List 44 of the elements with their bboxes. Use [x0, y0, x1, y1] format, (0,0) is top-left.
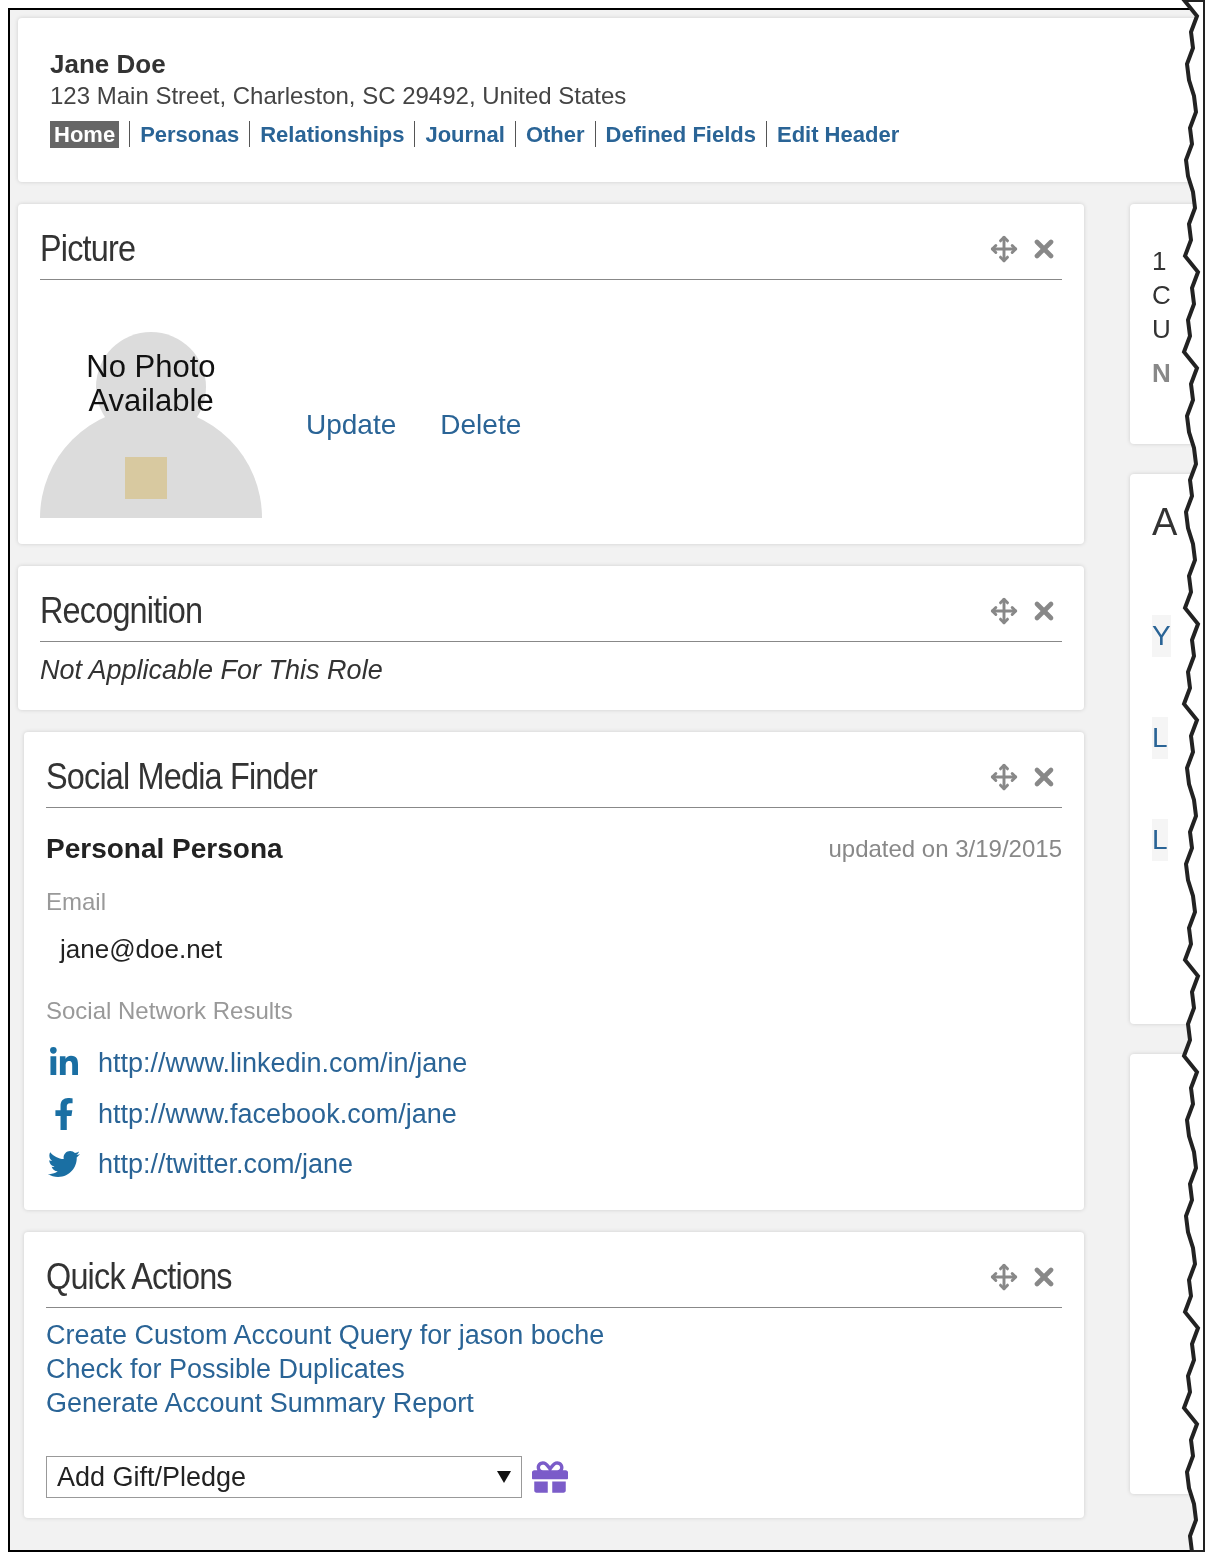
email-value: jane@doe.net	[60, 933, 224, 966]
updated-date: updated on 3/19/2015	[828, 834, 1062, 864]
side-card-item[interactable]: L	[1152, 819, 1168, 861]
contact-name: Jane Doe	[50, 48, 167, 81]
nav-link[interactable]: Personas	[140, 120, 240, 148]
persona-title: Personal Persona	[46, 832, 283, 866]
nav-link[interactable]: Journal	[425, 120, 505, 148]
move-icon[interactable]	[990, 762, 1018, 791]
side-card-note: N	[1152, 357, 1172, 390]
nav-link[interactable]: Other	[525, 120, 585, 148]
quick-action-link[interactable]: Check for Possible Duplicates	[46, 1352, 1062, 1386]
move-icon[interactable]	[990, 1262, 1018, 1291]
side-card-line: C	[1152, 279, 1172, 312]
social-profile-link[interactable]: http://www.linkedin.com/in/jane	[98, 1043, 468, 1084]
photo-action-link[interactable]: Delete	[440, 404, 522, 446]
side-card-line: U	[1152, 313, 1172, 346]
no-photo-text: No Photo Available	[85, 350, 217, 418]
results-label: Social Network Results	[46, 996, 294, 1026]
dropdown-caret-icon	[497, 1471, 511, 1483]
side-card-item[interactable]: L	[1152, 717, 1168, 759]
side-card-line: 1	[1152, 245, 1168, 278]
move-icon[interactable]	[990, 234, 1018, 263]
nav-link[interactable]: Defined Fields	[605, 120, 756, 148]
nav-link[interactable]: Edit Header	[776, 120, 900, 148]
panel-title: Quick Actions	[46, 1255, 232, 1299]
action-select[interactable]: Add Gift/Pledge	[46, 1456, 522, 1498]
nav-link[interactable]: Relationships	[260, 120, 405, 148]
side-card-item[interactable]: Y	[1152, 615, 1171, 657]
panel-title: Social Media Finder	[46, 755, 317, 799]
quick-action-link[interactable]: Generate Account Summary Report	[46, 1386, 1062, 1420]
quick-action-link[interactable]: Create Custom Account Query for jason boche	[46, 1318, 1062, 1352]
email-label: Email	[46, 887, 107, 917]
side-card-title: A	[1152, 500, 1178, 545]
social-profile-link[interactable]: http://twitter.com/jane	[98, 1144, 354, 1185]
photo-action-link[interactable]: Update	[306, 404, 397, 446]
nav-link[interactable]: Home	[50, 120, 120, 148]
contact-address: 123 Main Street, Charleston, SC 29492, United States	[50, 80, 628, 111]
avatar-silhouette-icon	[40, 332, 262, 518]
panel-title: Recognition	[40, 589, 203, 633]
panel-title: Picture	[40, 227, 136, 271]
gift-icon[interactable]	[532, 1459, 568, 1495]
social-profile-link[interactable]: http://www.facebook.com/jane	[98, 1093, 457, 1134]
recognition-note: Not Applicable For This Role	[40, 654, 384, 687]
move-icon[interactable]	[990, 596, 1018, 625]
